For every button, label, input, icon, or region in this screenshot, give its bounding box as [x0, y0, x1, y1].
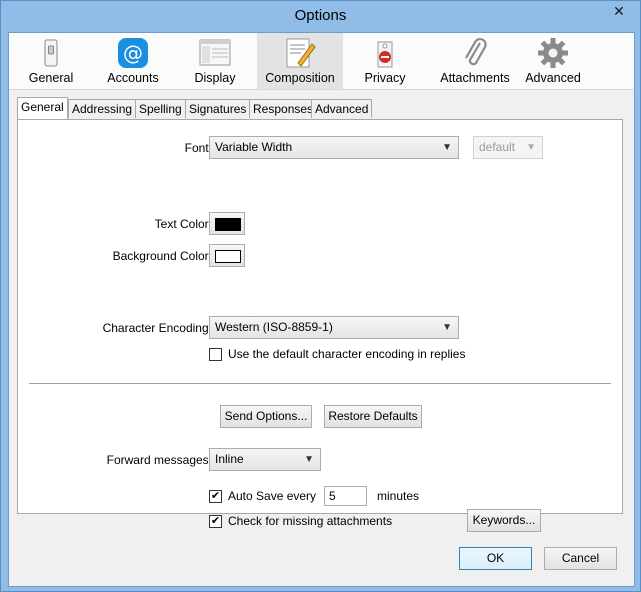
pen-page-icon: [286, 38, 316, 68]
options-window: Options ✕ General @ Accounts Display Com…: [0, 0, 641, 592]
text-color-button[interactable]: [209, 212, 245, 235]
font-dropdown[interactable]: Variable Width ▼: [209, 136, 459, 159]
category-toolbar: General @ Accounts Display Composition P…: [9, 33, 634, 90]
toolbar-item-privacy[interactable]: Privacy: [347, 33, 423, 89]
text-color-label: Text Color:: [154, 217, 212, 231]
title-bar[interactable]: Options ✕: [1, 1, 640, 32]
toolbar-label-accounts: Accounts: [107, 71, 159, 85]
tab-spelling[interactable]: Spelling: [135, 99, 186, 118]
options-client-area: General @ Accounts Display Composition P…: [8, 32, 635, 587]
tab-signatures[interactable]: Signatures: [185, 99, 251, 118]
font-value: Variable Width: [215, 140, 293, 154]
font-size-value: default: [479, 140, 516, 154]
toolbar-label-general: General: [28, 71, 74, 85]
close-button[interactable]: ✕: [604, 1, 634, 21]
at-sign-icon: @: [118, 38, 148, 68]
switch-icon: [44, 39, 58, 67]
text-color-swatch: [215, 218, 241, 231]
use-default-encoding-checkbox[interactable]: [209, 348, 222, 361]
toolbar-label-advanced: Advanced: [525, 71, 581, 85]
auto-save-minutes-input[interactable]: 5: [324, 486, 367, 506]
chevron-down-icon: ▼: [442, 142, 452, 153]
toolbar-item-composition[interactable]: Composition: [257, 33, 343, 89]
forward-messages-label: Forward messages:: [106, 453, 212, 467]
tab-advanced[interactable]: Advanced: [311, 99, 373, 118]
close-icon: ✕: [613, 3, 625, 19]
character-encoding-value: Western (ISO-8859-1): [215, 320, 333, 334]
chevron-down-icon: ▼: [304, 454, 314, 465]
toolbar-item-advanced[interactable]: Advanced: [515, 33, 591, 89]
toolbar-label-privacy: Privacy: [364, 71, 406, 85]
forward-messages-value: Inline: [215, 452, 244, 466]
restore-defaults-button[interactable]: Restore Defaults: [324, 405, 422, 428]
background-color-swatch: [215, 250, 241, 263]
use-default-encoding-label: Use the default character encoding in re…: [228, 347, 466, 361]
toolbar-label-attachments: Attachments: [440, 71, 510, 85]
tab-addressing[interactable]: Addressing: [68, 99, 137, 118]
auto-save-checkbox[interactable]: ✔: [209, 490, 222, 503]
check-icon: ✔: [210, 490, 221, 502]
toolbar-label-display: Display: [194, 71, 236, 85]
cancel-button[interactable]: Cancel: [544, 547, 617, 570]
toolbar-label-composition: Composition: [265, 71, 335, 85]
keywords-button[interactable]: Keywords...: [467, 509, 541, 532]
auto-save-label: Auto Save every: [228, 489, 317, 503]
missing-attachments-checkbox[interactable]: ✔: [209, 515, 222, 528]
missing-attachments-label: Check for missing attachments: [228, 514, 393, 528]
paperclip-icon: [465, 37, 487, 66]
background-color-button[interactable]: [209, 244, 245, 267]
chevron-down-icon: ▼: [526, 142, 536, 153]
svg-text:@: @: [123, 41, 143, 65]
window-icon: [199, 39, 231, 66]
privacy-tag-icon: [377, 41, 393, 68]
background-color-label: Background Color:: [112, 249, 212, 263]
check-icon: ✔: [210, 515, 221, 527]
forward-messages-dropdown[interactable]: Inline ▼: [209, 448, 321, 471]
gear-icon: [538, 38, 568, 68]
toolbar-item-general[interactable]: General: [13, 33, 89, 89]
character-encoding-dropdown[interactable]: Western (ISO-8859-1) ▼: [209, 316, 459, 339]
font-size-dropdown[interactable]: default ▼: [473, 136, 543, 159]
chevron-down-icon: ▼: [442, 322, 452, 333]
send-options-button[interactable]: Send Options...: [220, 405, 312, 428]
character-encoding-label: Character Encoding:: [102, 321, 212, 335]
tab-general[interactable]: General: [17, 97, 68, 119]
divider: [29, 383, 611, 384]
general-tab-panel: Font: Variable Width ▼ default ▼ Text Co…: [17, 119, 623, 532]
toolbar-item-attachments[interactable]: Attachments: [427, 33, 523, 89]
toolbar-item-accounts[interactable]: @ Accounts: [95, 33, 171, 89]
toolbar-item-display[interactable]: Display: [177, 33, 253, 89]
font-label: Font:: [184, 141, 212, 155]
ok-button[interactable]: OK: [459, 547, 532, 570]
window-title: Options: [294, 7, 347, 24]
tab-responses[interactable]: Responses: [249, 99, 318, 118]
auto-save-unit-label: minutes: [377, 489, 420, 503]
